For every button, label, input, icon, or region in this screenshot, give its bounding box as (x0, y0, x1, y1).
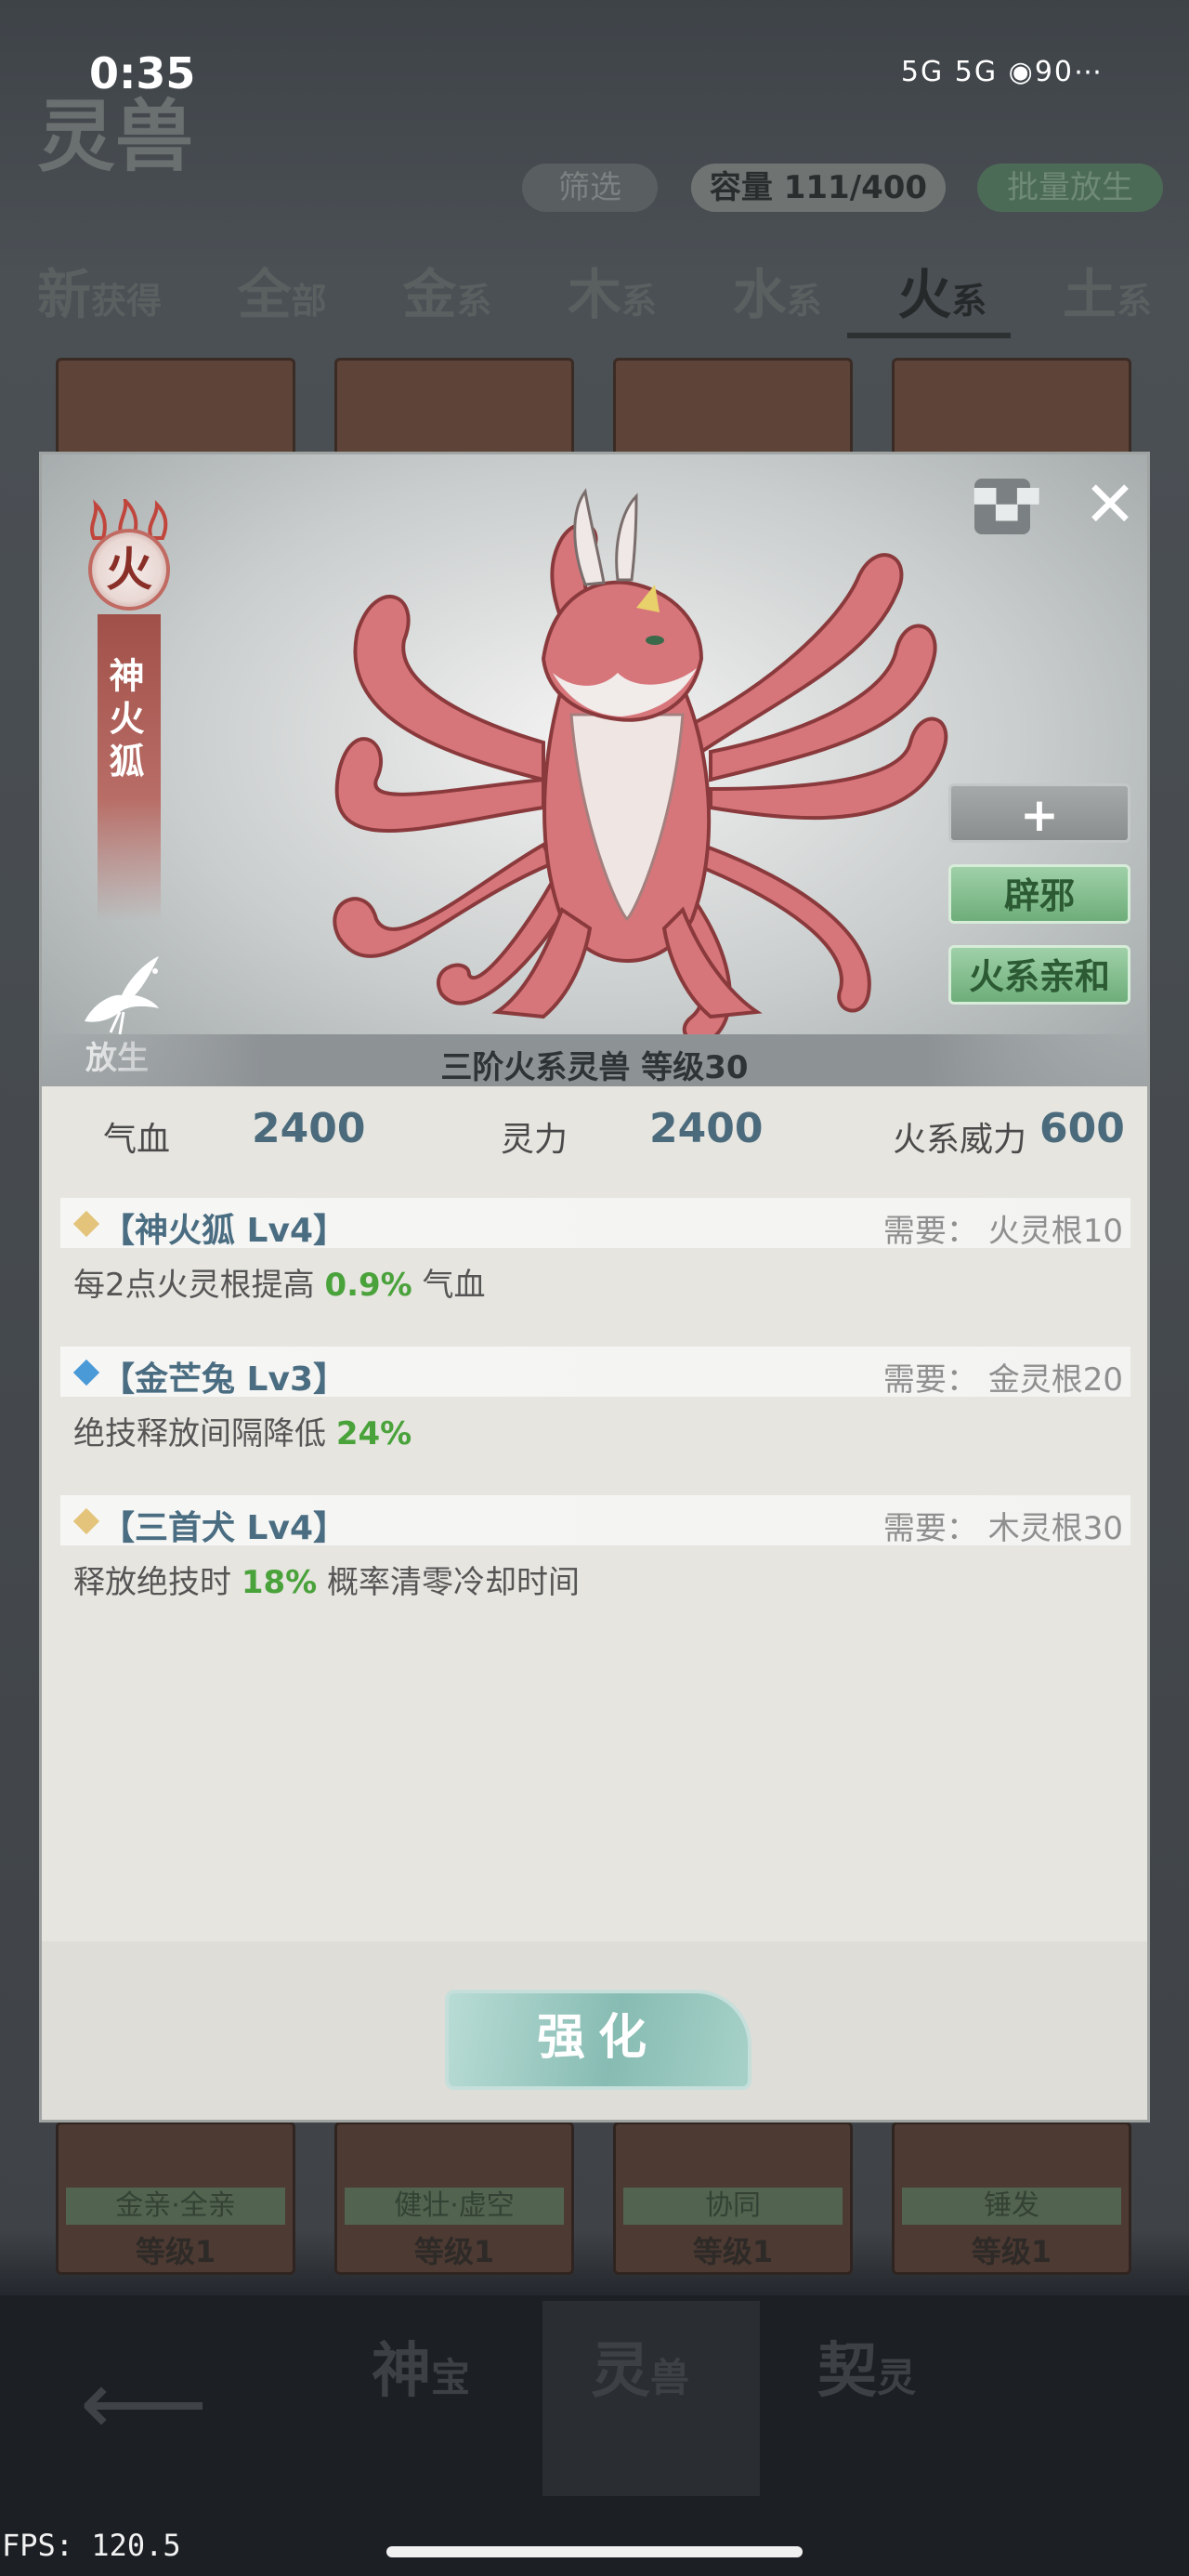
tab-metal[interactable]: 金系 (402, 251, 491, 326)
nav-beasts[interactable]: 灵兽 (591, 2323, 689, 2409)
skill-description: 每2点火灵根提高 0.9% 气血 (73, 1267, 486, 1304)
beast-card[interactable]: 金亲·全亲 等级1 (56, 2122, 295, 2275)
beast-card-level: 等级1 (971, 2234, 1052, 2269)
filter-button[interactable]: 筛选 (522, 164, 658, 212)
tab-all[interactable]: 全部 (238, 251, 327, 326)
trait-fire-affinity-button[interactable]: 火系亲和 (948, 945, 1130, 1005)
skill-header: 【三首犬 Lv4】 需要： 木灵根30 (60, 1495, 1130, 1547)
status-icons: 5G 5G ◉90⋯ (900, 56, 1104, 88)
element-tabs: 新获得 全部 金系 木系 水系 火系 土系 (37, 251, 1152, 326)
capacity-badge: 容量 111/400 (691, 164, 946, 212)
tab-new[interactable]: 新获得 (37, 251, 162, 326)
beast-card[interactable]: 健壮·虚空 等级1 (334, 2122, 574, 2275)
active-tab-underline (847, 333, 1011, 338)
page-logo: 灵兽 (37, 90, 194, 182)
skill-value-highlight: 0.9% (324, 1267, 412, 1304)
fox-illustration (333, 488, 948, 1045)
beast-rank-level: 三阶火系灵兽 等级30 (440, 1049, 749, 1086)
skill-value-highlight: 24% (335, 1415, 412, 1452)
beast-card-traits: 健壮·虚空 (345, 2188, 564, 2225)
add-skill-button[interactable]: + (948, 783, 1130, 843)
batch-release-button[interactable]: 批量放生 (977, 164, 1163, 212)
fire-element-badge: 火 (88, 529, 170, 611)
tab-wood[interactable]: 木系 (568, 251, 657, 326)
beast-card-level: 等级1 (135, 2234, 216, 2269)
beast-stats: 气血 2400 灵力 2400 火系威力 600 (42, 1096, 1147, 1170)
stat-label-hp: 气血 (103, 1121, 171, 1159)
tab-water[interactable]: 水系 (733, 251, 822, 326)
stat-value-fire-power: 600 (1039, 1105, 1125, 1152)
upgrade-button[interactable]: 强化 (445, 1990, 751, 2090)
skill-name: 【金芒兔 Lv3】 (101, 1360, 346, 1399)
crane-icon (85, 956, 159, 1035)
trait-bixie-button[interactable]: 辟邪 (948, 864, 1130, 924)
nav-contract[interactable]: 契灵 (817, 2323, 916, 2409)
beast-card-traits: 金亲·全亲 (66, 2188, 285, 2225)
beast-card-traits: 协同 (623, 2188, 843, 2225)
diamond-icon (72, 1210, 100, 1238)
stat-value-hp: 2400 (252, 1105, 366, 1152)
skill-requirement: 需要： 木灵根30 (882, 1510, 1123, 1547)
skill-requirement: 需要： 火灵根10 (882, 1213, 1123, 1250)
skill-description: 释放绝技时 18% 概率清零冷却时间 (73, 1564, 581, 1601)
skill-name: 【三首犬 Lv4】 (101, 1509, 346, 1547)
beast-card-level: 等级1 (413, 2234, 495, 2269)
beast-card-level: 等级1 (692, 2234, 774, 2269)
battery-level: 90 (1034, 56, 1074, 88)
diamond-icon (72, 1507, 100, 1535)
tab-earth[interactable]: 土系 (1063, 251, 1152, 326)
diamond-icon (72, 1359, 100, 1387)
fps-counter: FPS: 120.5 (2, 2528, 181, 2563)
stat-label-spirit: 灵力 (501, 1121, 568, 1159)
beast-detail-modal: 火 神火狐 放生 ▀▄▀ ✕ + 辟邪 火系亲和 三阶火系灵兽 等级30 气血 … (39, 452, 1150, 2123)
home-indicator[interactable] (386, 2546, 803, 2557)
skill-header: 【神火狐 Lv4】 需要： 火灵根10 (60, 1198, 1130, 1250)
beast-hero-panel: 火 神火狐 放生 ▀▄▀ ✕ + 辟邪 火系亲和 三阶火系灵兽 等级30 (42, 454, 1147, 1086)
skill-requirement: 需要： 金灵根20 (882, 1361, 1123, 1399)
beast-card[interactable]: 协同 等级1 (613, 2122, 853, 2275)
close-icon[interactable]: ✕ (1077, 473, 1143, 540)
beast-card-traits: 锤发 (902, 2188, 1121, 2225)
skill-name: 【神火狐 Lv4】 (101, 1212, 346, 1250)
battery-icon: ◉ (1008, 56, 1035, 88)
nav-treasure[interactable]: 神宝 (372, 2323, 470, 2409)
skill-value-highlight: 18% (241, 1564, 318, 1601)
skill-description: 绝技释放间隔降低 24% (73, 1415, 412, 1452)
beast-name: 神火狐 (103, 657, 145, 785)
lock-icon[interactable]: ▀▄▀ (974, 479, 1039, 534)
stat-label-fire-power: 火系威力 (893, 1121, 1027, 1159)
beast-card[interactable]: 锤发 等级1 (892, 2122, 1131, 2275)
network-icon: 5G 5G (900, 56, 999, 88)
tab-fire[interactable]: 火系 (897, 251, 986, 326)
stat-value-spirit: 2400 (649, 1105, 764, 1152)
skill-header: 【金芒兔 Lv3】 需要： 金灵根20 (60, 1347, 1130, 1399)
back-arrow-icon[interactable]: ⟵ (80, 2351, 208, 2455)
